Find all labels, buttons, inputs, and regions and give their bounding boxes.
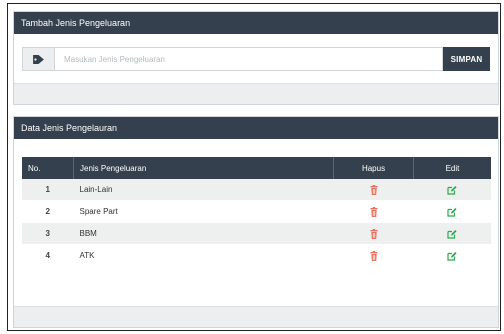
row-number: 2 — [22, 200, 74, 223]
list-panel-title: Data Jenis Pengelauran — [14, 117, 498, 139]
list-panel-footer — [14, 306, 498, 327]
table-row: 1 Lain-Lain — [22, 179, 491, 201]
edit-cell — [413, 222, 491, 245]
edit-icon[interactable] — [447, 207, 457, 217]
expense-type-name: Lain-Lain — [73, 179, 334, 201]
table-row: 4 ATK — [22, 244, 491, 267]
expense-type-name: BBM — [73, 222, 334, 245]
delete-cell — [333, 244, 414, 267]
edit-icon[interactable] — [447, 185, 457, 195]
add-expense-type-panel: Tambah Jenis Pengeluaran SIMPAN — [13, 11, 499, 105]
expense-type-name: Spare Part — [73, 200, 334, 223]
edit-cell — [413, 244, 491, 267]
trash-icon[interactable] — [369, 184, 379, 195]
expense-type-input[interactable] — [54, 47, 443, 71]
delete-cell — [333, 222, 414, 245]
row-number: 1 — [22, 179, 74, 201]
column-header-name: Jenis Pengeluaran — [73, 157, 334, 179]
edit-icon[interactable] — [447, 251, 457, 261]
add-panel-footer — [14, 83, 498, 104]
column-header-delete: Hapus — [333, 157, 414, 179]
trash-icon[interactable] — [369, 206, 379, 217]
edit-cell — [413, 179, 491, 201]
row-number: 4 — [22, 244, 74, 267]
tag-icon — [33, 54, 44, 64]
expense-type-name: ATK — [73, 244, 334, 267]
add-panel-title: Tambah Jenis Pengeluaran — [14, 12, 498, 34]
expense-type-input-group: SIMPAN — [22, 47, 490, 71]
save-button[interactable]: SIMPAN — [443, 47, 490, 71]
edit-icon[interactable] — [447, 229, 457, 239]
table-row: 2 Spare Part — [22, 200, 491, 223]
column-header-edit: Edit — [413, 157, 491, 179]
table-header-row: No. Jenis Pengeluaran Hapus Edit — [22, 157, 491, 179]
expense-type-list-panel: Data Jenis Pengelauran No. Jenis Pengelu… — [13, 116, 499, 328]
delete-cell — [333, 200, 414, 223]
trash-icon[interactable] — [369, 228, 379, 239]
expense-type-table: No. Jenis Pengeluaran Hapus Edit 1 Lain-L… — [22, 157, 491, 267]
row-number: 3 — [22, 222, 74, 245]
delete-cell — [333, 179, 414, 201]
input-addon — [22, 47, 54, 71]
trash-icon[interactable] — [369, 250, 379, 261]
edit-cell — [413, 200, 491, 223]
table-row: 3 BBM — [22, 222, 491, 245]
column-header-no: No. — [22, 157, 74, 179]
